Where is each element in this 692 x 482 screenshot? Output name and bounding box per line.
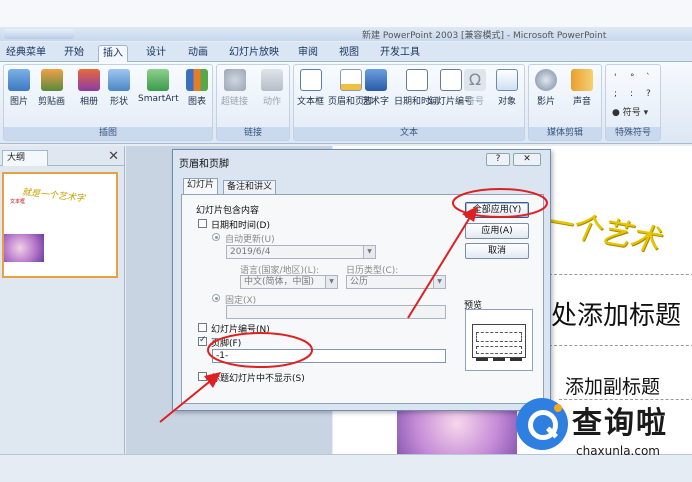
magnifier-logo-icon	[516, 398, 568, 450]
arrowhead-footer	[204, 372, 221, 388]
highlight-footer	[207, 332, 313, 368]
watermark-url: chaxunla.com	[576, 444, 660, 458]
watermark: 查询啦 chaxunla.com	[516, 396, 692, 460]
arrow-to-footer	[159, 377, 215, 423]
arrow-to-apply-all	[407, 213, 473, 319]
arrowhead-apply-all	[462, 206, 478, 222]
watermark-brand: 查询啦	[572, 406, 668, 441]
